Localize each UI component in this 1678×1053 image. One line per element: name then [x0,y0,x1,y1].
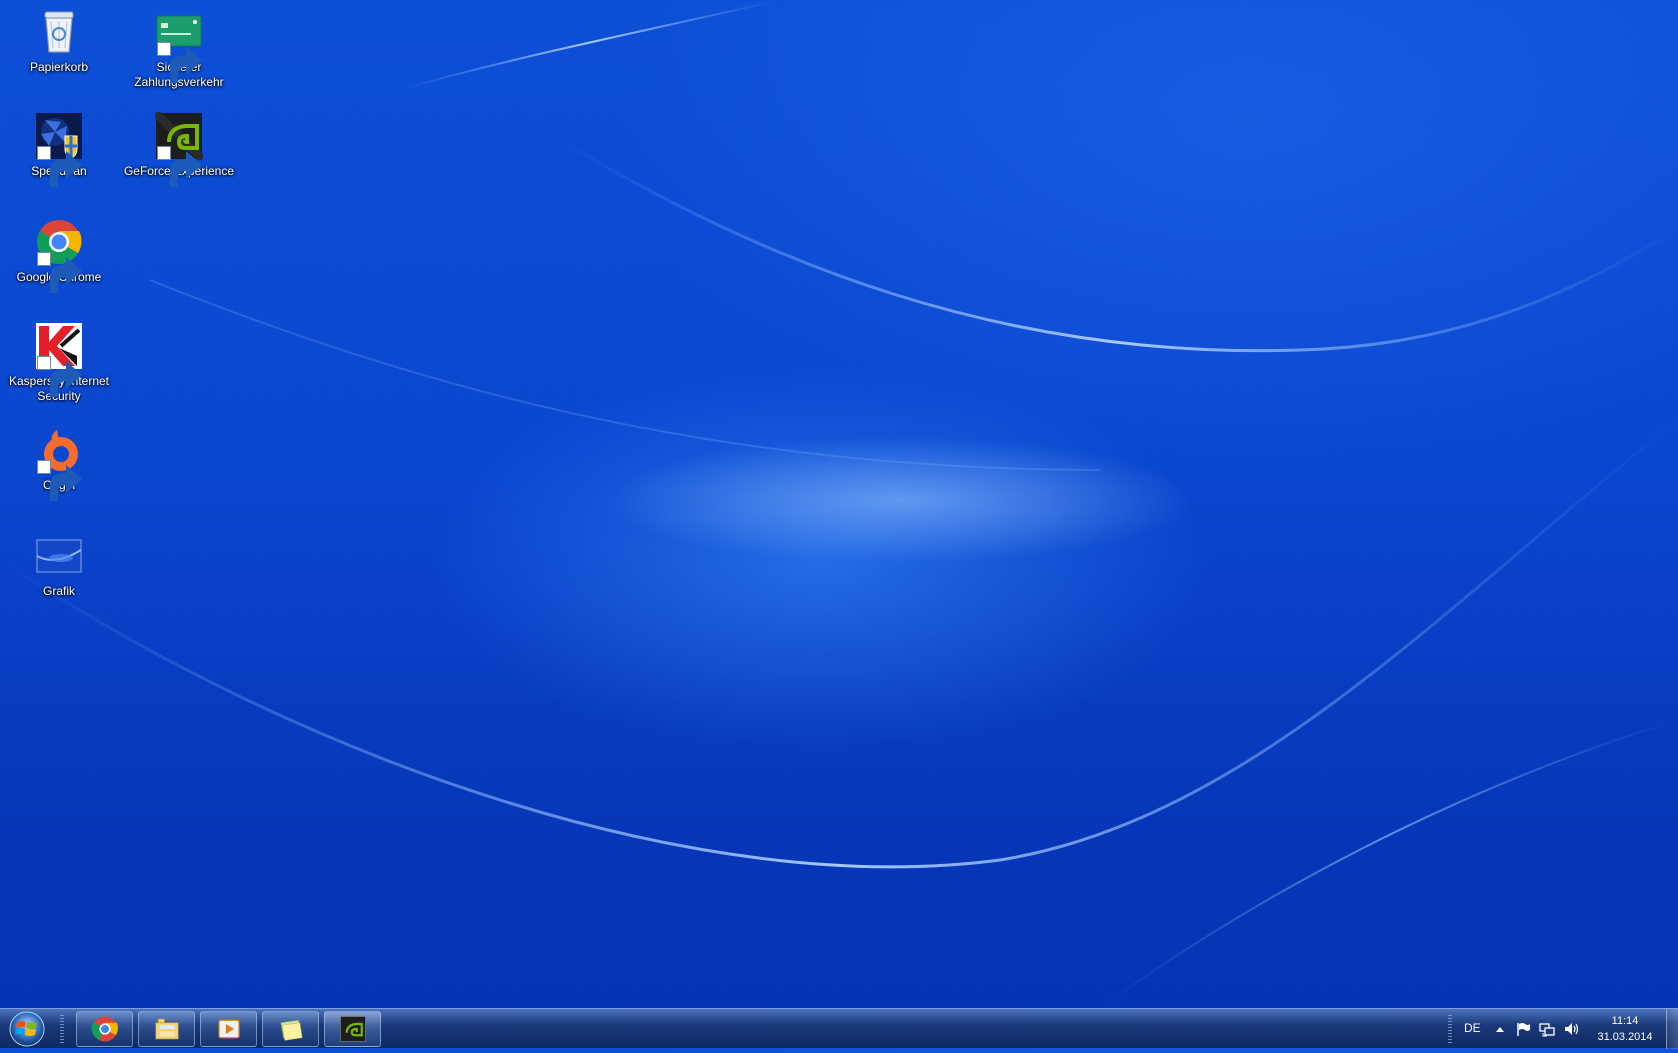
desktop-icon-recycle-bin[interactable]: Papierkorb [3,8,115,75]
nvidia-icon [339,1016,366,1042]
sticky-notes-icon [280,1019,303,1041]
chrome-icon [35,218,83,293]
recycle-bin-icon [35,8,83,56]
windows-start-orb-icon [9,1011,45,1047]
taskbar-chrome-button[interactable] [76,1011,133,1047]
shortcut-arrow-icon [37,252,82,293]
language-indicator[interactable]: DE [1464,1021,1481,1035]
chrome-icon [91,1016,118,1042]
taskbar: DE 11:14 31.03.2014 [0,1008,1678,1049]
taskbar-sticky-notes-button[interactable] [262,1011,319,1047]
tray-grip[interactable] [1448,1015,1452,1043]
taskbar-explorer-button[interactable] [138,1011,195,1047]
desktop-icon-geforce-experience[interactable]: GeForce Experience [123,112,235,187]
desktop-icon-speedfan[interactable]: SpeedFan [3,112,115,187]
credit-card-icon [155,8,203,83]
shortcut-arrow-icon [37,356,82,397]
start-button[interactable] [4,1010,50,1048]
desktop-icon-kaspersky[interactable]: Kaspersky Internet Security [3,322,115,404]
desktop-icon-origin[interactable]: Origin [3,426,115,501]
taskbar-geforce-experience-button[interactable] [324,1011,381,1047]
shortcut-arrow-icon [37,146,82,187]
file-explorer-icon [154,1018,179,1040]
kaspersky-icon [35,322,83,397]
recycle-bin-label: Papierkorb [29,60,89,74]
desktop-icon-secure-payment[interactable]: Sicherer Zahlungsverkehr [123,8,235,90]
origin-icon [35,426,83,501]
media-player-icon [217,1019,240,1039]
taskbar-grip[interactable] [60,1015,64,1043]
desktop-wallpaper [0,0,1678,1008]
desktop-icon-google-chrome[interactable]: Google Chrome [3,218,115,293]
image-file-icon [35,532,83,580]
speedfan-icon [35,112,83,187]
shortcut-arrow-icon [157,42,202,83]
clock-time: 11:14 [1611,1015,1639,1027]
network-icon[interactable] [1539,1021,1555,1037]
show-hidden-icons-arrow-icon[interactable] [1492,1021,1508,1037]
taskbar-media-player-button[interactable] [200,1011,257,1047]
volume-icon[interactable] [1563,1021,1579,1037]
grafik-label: Grafik [42,584,75,598]
shortcut-arrow-icon [157,146,202,187]
show-desktop-button[interactable] [1666,1009,1678,1049]
desktop-icon-grafik[interactable]: Grafik [3,532,115,599]
clock[interactable]: 11:14 31.03.2014 [1592,1013,1658,1045]
shortcut-arrow-icon [37,460,82,501]
nvidia-icon [155,112,203,187]
action-center-flag-icon[interactable] [1515,1021,1531,1037]
clock-date: 31.03.2014 [1597,1031,1653,1043]
